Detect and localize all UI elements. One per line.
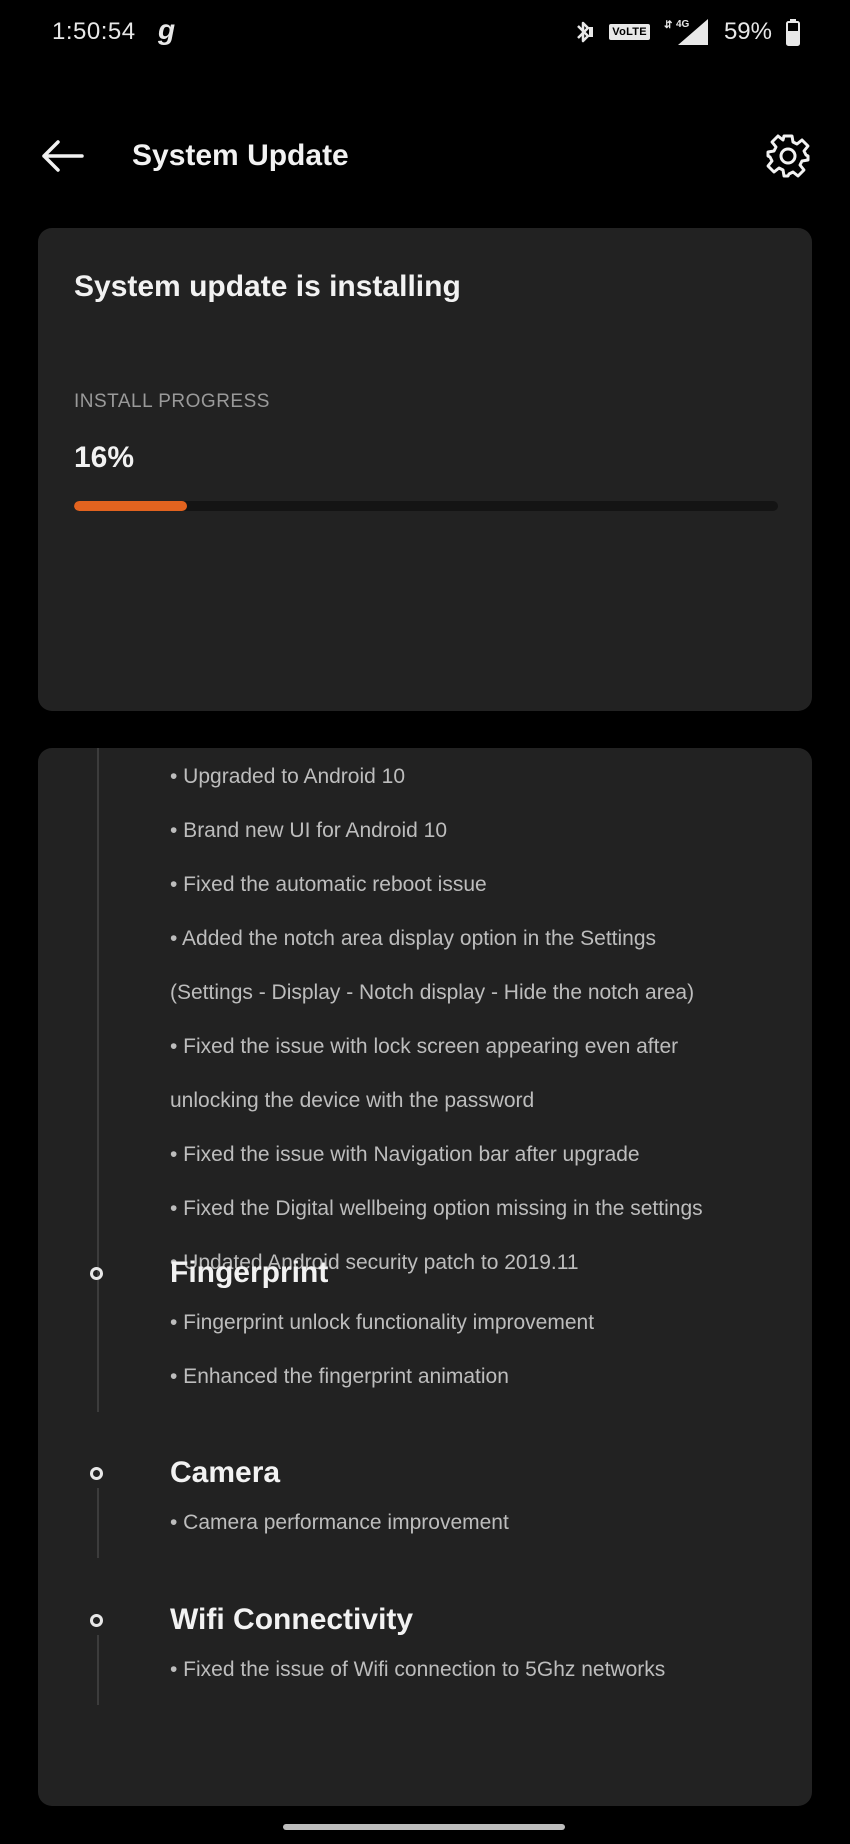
- changelog-section: Camera • Camera performance improvement: [38, 1450, 812, 1558]
- timeline-line: [97, 748, 99, 1298]
- status-time: 1:50:54: [52, 18, 136, 45]
- page-title: System Update: [132, 139, 349, 172]
- changelog-item: (Settings - Display - Notch display - Hi…: [170, 981, 695, 1004]
- settings-button[interactable]: [764, 132, 812, 180]
- changelog-item: • Fingerprint unlock functionality impro…: [170, 1311, 595, 1334]
- section-title: Camera: [170, 1456, 281, 1489]
- status-indicators: VoLTE ⇵ 4G 59%: [573, 16, 800, 48]
- section-bullet-icon: [90, 1614, 103, 1627]
- changelog-item: • Fixed the Digital wellbeing option mis…: [170, 1197, 703, 1220]
- changelog-item: • Brand new UI for Android 10: [170, 819, 448, 842]
- svg-text:4G: 4G: [676, 19, 690, 30]
- install-progress-label: INSTALL PROGRESS: [74, 391, 270, 412]
- changelog-item: • Enhanced the fingerprint animation: [170, 1365, 509, 1388]
- changelog-item: • Upgraded to Android 10: [170, 765, 406, 788]
- install-progress-card: System update is installing INSTALL PROG…: [38, 228, 812, 711]
- changelog-item: • Added the notch area display option in…: [170, 927, 657, 950]
- changelog-item: • Fixed the issue with lock screen appea…: [170, 1035, 679, 1058]
- changelog-section: System• Upgraded to Android 10• Brand ne…: [38, 748, 812, 1298]
- battery-percent: 59%: [723, 18, 772, 45]
- status-bar: 1:50:54 g VoLTE ⇵ 4G 59%: [0, 0, 850, 66]
- section-title: Wifi Connectivity: [170, 1603, 414, 1636]
- app-bar: System Update: [0, 120, 850, 192]
- changelog-item: • Camera performance improvement: [170, 1511, 509, 1534]
- svg-text:⇵: ⇵: [664, 20, 673, 31]
- changelog-section: Wifi Connectivity • Fixed the issue of Wi…: [38, 1597, 812, 1705]
- gesture-nav-handle[interactable]: [283, 1824, 565, 1830]
- install-progress-bar: [74, 501, 778, 511]
- changelog-item: • Fixed the automatic reboot issue: [170, 873, 487, 896]
- arrow-left-icon: [38, 140, 86, 182]
- timeline-line: [97, 1288, 99, 1412]
- install-progress-percent: 16%: [74, 441, 135, 474]
- section-bullet-icon: [90, 1267, 103, 1280]
- changelog-item: unlocking the device with the password: [170, 1089, 535, 1112]
- battery-icon: [786, 18, 800, 46]
- changelog-card[interactable]: System• Upgraded to Android 10• Brand ne…: [38, 748, 812, 1806]
- gear-icon: [764, 134, 812, 184]
- signal-icon: ⇵ 4G: [664, 17, 710, 47]
- install-progress-fill: [74, 501, 187, 511]
- changelog-section: Fingerprint • Fingerprint unlock function…: [38, 1250, 812, 1412]
- bluetooth-icon: [573, 18, 595, 46]
- volte-badge: VoLTE: [609, 24, 650, 40]
- section-bullet-icon: [90, 1467, 103, 1480]
- timeline-line: [97, 1488, 99, 1558]
- changelog-item: • Fixed the issue with Navigation bar af…: [170, 1143, 640, 1166]
- install-status-title: System update is installing: [74, 270, 461, 303]
- back-button[interactable]: [38, 134, 86, 178]
- section-title: Fingerprint: [170, 1256, 329, 1289]
- changelog-item: • Fixed the issue of Wifi connection to …: [170, 1658, 666, 1681]
- timeline-line: [97, 1635, 99, 1705]
- app-notification-icon: g: [158, 14, 176, 45]
